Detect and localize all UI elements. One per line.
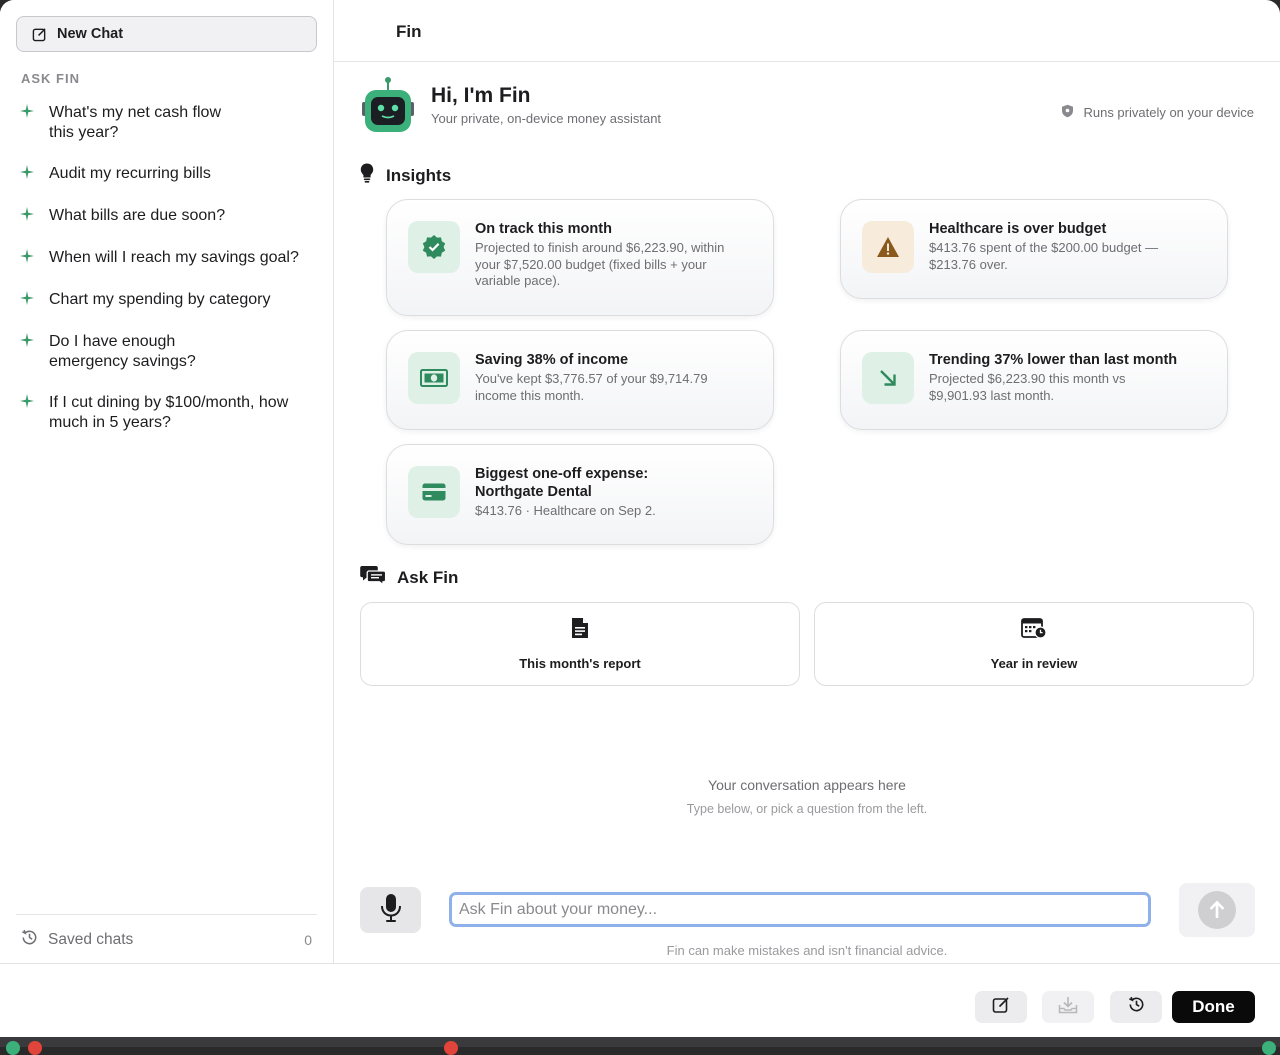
- question-item[interactable]: When will I reach my savings goal?: [20, 248, 320, 268]
- question-text: What bills are due soon?: [49, 207, 226, 224]
- insight-desc: $413.76 spent of the $200.00 budget — $2…: [929, 240, 1159, 272]
- question-text: What's my net cash flow this year?: [49, 104, 221, 141]
- history-toolbar-button[interactable]: [1110, 991, 1162, 1023]
- privacy-badge: Runs privately on your device: [1061, 104, 1254, 121]
- ask-fin-heading: Ask Fin: [360, 565, 458, 590]
- sparkle-icon: [20, 333, 40, 352]
- insight-title: Saving 38% of income: [475, 352, 629, 368]
- microphone-button[interactable]: [360, 887, 421, 933]
- export-button[interactable]: [1042, 991, 1094, 1023]
- saved-chats-button[interactable]: Saved chats 0: [20, 928, 312, 952]
- new-chat-label: New Chat: [57, 26, 124, 42]
- insight-desc: Projected $6,223.90 this month vs $9,901…: [929, 371, 1126, 403]
- history-icon: [20, 928, 39, 952]
- question-text: When will I reach my savings goal?: [49, 249, 299, 266]
- sidebar: New Chat ASK FIN What's my net cash flow…: [0, 0, 334, 963]
- bottom-toolbar: Done: [0, 963, 1280, 1037]
- question-item[interactable]: What's my net cash flow this year?: [20, 103, 320, 142]
- top-bar: Fin: [334, 0, 1280, 62]
- hero-greeting: Hi, I'm Fin: [431, 84, 531, 107]
- banknote-icon: [408, 352, 460, 404]
- monthly-report-button[interactable]: This month's report: [360, 602, 800, 686]
- insight-title: On track this month: [475, 221, 612, 237]
- microphone-icon: [380, 893, 402, 928]
- question-text: Chart my spending by category: [49, 291, 271, 308]
- dock-strip: [0, 1037, 1280, 1055]
- disclaimer-text: Fin can make mistakes and isn't financia…: [666, 943, 948, 958]
- question-text: Audit my recurring bills: [49, 165, 211, 182]
- insight-title: Healthcare is over budget: [929, 221, 1107, 237]
- chat-bubbles-icon: [360, 565, 387, 590]
- year-in-review-label: Year in review: [990, 656, 1078, 671]
- send-button[interactable]: [1179, 883, 1255, 937]
- download-tray-icon: [1058, 996, 1078, 1019]
- insight-card-trending[interactable]: Trending 37% lower than last month Proje…: [840, 330, 1228, 430]
- insight-title: Biggest one-off expense: Northgate Denta…: [475, 466, 649, 500]
- insight-card-biggest-expense[interactable]: Biggest one-off expense: Northgate Denta…: [386, 444, 774, 545]
- new-chat-toolbar-button[interactable]: [975, 991, 1027, 1023]
- done-button[interactable]: Done: [1172, 991, 1255, 1023]
- sparkle-icon: [20, 394, 40, 413]
- insight-desc: Projected to finish around $6,223.90, wi…: [475, 240, 725, 288]
- calendar-clock-icon: [1021, 617, 1047, 644]
- saved-chats-label: Saved chats: [48, 931, 134, 948]
- app-window: New Chat ASK FIN What's my net cash flow…: [0, 0, 1280, 1037]
- dock-app-icon: [444, 1041, 458, 1055]
- history-icon: [1127, 995, 1146, 1019]
- question-text: Do I have enough emergency savings?: [49, 333, 196, 370]
- sparkle-icon: [20, 291, 40, 310]
- year-in-review-button[interactable]: Year in review: [814, 602, 1254, 686]
- hero-subtitle: Your private, on-device money assistant: [431, 111, 662, 126]
- question-item[interactable]: What bills are due soon?: [20, 206, 320, 226]
- question-item[interactable]: If I cut dining by $100/month, how much …: [20, 393, 320, 432]
- window-title: Fin: [396, 22, 422, 41]
- insight-card-healthcare[interactable]: Healthcare is over budget $413.76 spent …: [840, 199, 1228, 299]
- question-item[interactable]: Do I have enough emergency savings?: [20, 332, 320, 371]
- verified-check-icon: [408, 221, 460, 273]
- suggested-questions: What's my net cash flow this year? Audit…: [20, 103, 320, 454]
- sparkle-icon: [20, 249, 40, 268]
- saved-chats-count: 0: [304, 932, 312, 948]
- dock-app-icon: [28, 1041, 42, 1055]
- insight-card-saving[interactable]: Saving 38% of income You've kept $3,776.…: [386, 330, 774, 430]
- monthly-report-label: This month's report: [519, 656, 641, 671]
- sparkle-icon: [20, 165, 40, 184]
- shield-icon: [1061, 104, 1074, 121]
- send-arrow-icon: [1198, 891, 1236, 929]
- robot-avatar-icon: [360, 76, 416, 134]
- document-icon: [571, 617, 589, 644]
- insight-title: Trending 37% lower than last month: [929, 352, 1178, 368]
- empty-state-title: Your conversation appears here: [708, 777, 906, 793]
- question-item[interactable]: Audit my recurring bills: [20, 164, 320, 184]
- insights-heading: Insights: [360, 163, 451, 188]
- credit-card-icon: [408, 466, 460, 518]
- compose-icon: [31, 26, 47, 42]
- sparkle-icon: [20, 207, 40, 226]
- compose-icon: [992, 996, 1010, 1019]
- ask-fin-input[interactable]: [449, 892, 1151, 927]
- question-item[interactable]: Chart my spending by category: [20, 290, 320, 310]
- insights-title: Insights: [386, 165, 452, 185]
- privacy-text: Runs privately on your device: [1083, 105, 1254, 120]
- insight-desc: $413.76 · Healthcare on Sep 2.: [475, 503, 656, 518]
- sparkle-icon: [20, 104, 40, 123]
- dock-app-icon: [6, 1041, 20, 1055]
- ask-fin-title: Ask Fin: [397, 567, 459, 587]
- new-chat-button[interactable]: New Chat: [16, 16, 317, 52]
- main-panel: Fin Hi, I'm Fin Your private, on-device …: [334, 0, 1280, 963]
- trend-down-arrow-icon: [862, 352, 914, 404]
- question-text: If I cut dining by $100/month, how much …: [49, 394, 289, 431]
- warning-icon: [862, 221, 914, 273]
- lightbulb-icon: [360, 163, 374, 188]
- hero: Hi, I'm Fin Your private, on-device mone…: [360, 76, 661, 134]
- sidebar-divider: [16, 914, 317, 915]
- empty-state-hint: Type below, or pick a question from the …: [686, 802, 928, 816]
- dock-app-icon: [1262, 1041, 1276, 1055]
- insight-desc: You've kept $3,776.57 of your $9,714.79 …: [475, 371, 708, 403]
- section-label-ask-fin: ASK FIN: [21, 71, 80, 86]
- insight-card-on-track[interactable]: On track this month Projected to finish …: [386, 199, 774, 316]
